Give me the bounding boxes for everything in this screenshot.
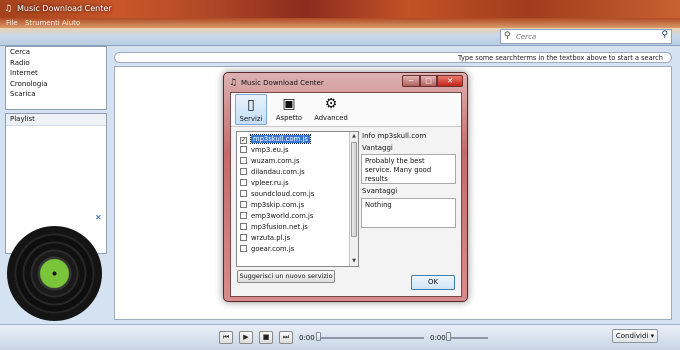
scroll-up-icon[interactable]: ▲ bbox=[350, 132, 358, 141]
list-item[interactable]: wrzuta.pl.js bbox=[240, 233, 348, 243]
menu-help[interactable]: Aiuto bbox=[62, 19, 80, 27]
window-title: Music Download Center bbox=[17, 4, 112, 13]
checkbox[interactable] bbox=[240, 179, 247, 186]
list-item[interactable]: dilandau.com.js bbox=[240, 167, 348, 177]
dialog-title: Music Download Center bbox=[241, 79, 324, 87]
list-item[interactable]: emp3world.com.js bbox=[240, 211, 348, 221]
left-sidebar: Cerca Radio Internet Cronologia Scarica … bbox=[0, 46, 107, 324]
phone-icon: ▯ bbox=[247, 97, 255, 113]
checkbox[interactable] bbox=[240, 212, 247, 219]
volume-slider-track[interactable] bbox=[446, 337, 488, 339]
search-icon: ⚲ bbox=[504, 31, 511, 41]
total-time: 0:00 bbox=[430, 334, 446, 342]
menubar: File Strumenti Aiuto bbox=[0, 18, 680, 28]
close-player-icon[interactable]: ✕ bbox=[95, 213, 102, 222]
playlist-header: Playlist bbox=[6, 114, 106, 126]
settings-dialog: ♫ Music Download Center ─ □ ✕ ▯ Servizi … bbox=[223, 72, 468, 302]
checkbox[interactable] bbox=[240, 245, 247, 252]
seek-slider-track[interactable] bbox=[316, 337, 424, 339]
menu-tools[interactable]: Strumenti bbox=[25, 19, 60, 27]
checkbox[interactable]: ✓ bbox=[240, 137, 247, 144]
checkbox[interactable] bbox=[240, 190, 247, 197]
share-button[interactable]: Condividi ▾ bbox=[612, 329, 658, 343]
search-hint-bar: Type some searchterms in the textbox abo… bbox=[114, 52, 672, 63]
checkbox[interactable] bbox=[240, 157, 247, 164]
player-bar: ⏮ ▶ ■ ⏭ 0:00 0:00 bbox=[0, 324, 680, 350]
list-item[interactable]: mp3fusion.net.js bbox=[240, 222, 348, 232]
search-box[interactable]: ⚲ ⚲ bbox=[500, 29, 672, 44]
tab-appearance[interactable]: ▣ Aspetto bbox=[271, 94, 307, 125]
disadvantages-box: Nothing bbox=[361, 198, 456, 228]
previous-button[interactable]: ⏮ bbox=[219, 331, 233, 344]
checkbox[interactable] bbox=[240, 146, 247, 153]
tab-advanced-label: Advanced bbox=[314, 114, 348, 122]
nav-item-history[interactable]: Cronologia bbox=[6, 79, 106, 90]
checkbox[interactable] bbox=[240, 234, 247, 241]
checkbox[interactable] bbox=[240, 168, 247, 175]
music-note-icon: ♫ bbox=[4, 4, 13, 14]
close-button[interactable]: ✕ bbox=[437, 75, 463, 87]
ok-button[interactable]: OK bbox=[411, 275, 455, 290]
elapsed-time: 0:00 bbox=[299, 334, 315, 342]
suggest-service-button[interactable]: Suggerisci un nuovo servizio bbox=[237, 270, 335, 283]
menu-file[interactable]: File bbox=[6, 19, 18, 27]
services-scrollbar[interactable]: ▲ ▼ bbox=[349, 132, 358, 266]
volume-slider-thumb[interactable] bbox=[446, 332, 451, 341]
seek-slider-thumb[interactable] bbox=[316, 332, 321, 341]
advantages-label: Vantaggi bbox=[362, 144, 393, 152]
list-item[interactable]: wuzam.com.js bbox=[240, 156, 348, 166]
tab-services-label: Servizi bbox=[239, 115, 263, 123]
next-button[interactable]: ⏭ bbox=[279, 331, 293, 344]
stop-button[interactable]: ■ bbox=[259, 331, 273, 344]
tab-appearance-label: Aspetto bbox=[275, 114, 303, 122]
service-info-title: Info mp3skull.com bbox=[362, 132, 427, 140]
list-item[interactable]: vpleer.ru.js bbox=[240, 178, 348, 188]
search-go-icon[interactable]: ⚲ bbox=[661, 30, 668, 40]
list-item[interactable]: soundcloud.com.js bbox=[240, 189, 348, 199]
maximize-button[interactable]: □ bbox=[420, 75, 437, 87]
dialog-toolbar: ▯ Servizi ▣ Aspetto ⚙ Advanced bbox=[231, 93, 461, 127]
window-titlebar: ♫ Music Download Center bbox=[0, 0, 680, 18]
advantages-box: Probably the best service. Many good res… bbox=[361, 154, 456, 184]
search-hint-text: Type some searchterms in the textbox abo… bbox=[458, 54, 663, 62]
list-item[interactable]: vmp3.eu.js bbox=[240, 145, 348, 155]
checkbox[interactable] bbox=[240, 201, 247, 208]
services-list[interactable]: ✓ mp3skull.com.js vmp3.eu.js wuzam.com.js… bbox=[236, 131, 359, 267]
dialog-body: ▯ Servizi ▣ Aspetto ⚙ Advanced ✓ mp3skull… bbox=[230, 92, 462, 297]
vinyl-record-icon bbox=[7, 226, 102, 321]
nav-item-search[interactable]: Cerca bbox=[6, 47, 106, 58]
music-note-icon: ♫ bbox=[229, 78, 238, 88]
gear-icon: ⚙ bbox=[324, 96, 338, 112]
scroll-down-icon[interactable]: ▼ bbox=[350, 257, 358, 266]
minimize-button[interactable]: ─ bbox=[402, 75, 420, 87]
play-button[interactable]: ▶ bbox=[239, 331, 253, 344]
list-item[interactable]: ✓ mp3skull.com.js bbox=[240, 134, 348, 144]
checkbox[interactable] bbox=[240, 223, 247, 230]
scrollbar-thumb[interactable] bbox=[351, 142, 357, 237]
nav-item-radio[interactable]: Radio bbox=[6, 58, 106, 69]
list-item[interactable]: mp3skip.com.js bbox=[240, 200, 348, 210]
nav-item-internet[interactable]: Internet bbox=[6, 68, 106, 79]
nav-panel: Cerca Radio Internet Cronologia Scarica bbox=[5, 46, 107, 110]
tab-advanced[interactable]: ⚙ Advanced bbox=[311, 94, 351, 125]
monitor-icon: ▣ bbox=[282, 96, 296, 112]
disadvantages-label: Svantaggi bbox=[362, 187, 398, 195]
search-input[interactable] bbox=[516, 31, 656, 42]
list-item[interactable]: goear.com.js bbox=[240, 244, 348, 254]
tab-services[interactable]: ▯ Servizi bbox=[235, 94, 267, 125]
nav-item-downloads[interactable]: Scarica bbox=[6, 89, 106, 100]
